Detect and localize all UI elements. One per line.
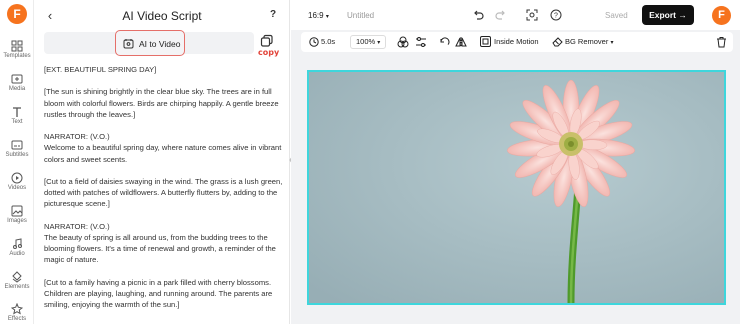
ai-video-icon (123, 39, 134, 49)
chevron-down-icon: ▾ (377, 40, 381, 46)
copy-annotation: copy (258, 48, 280, 57)
sidebar-item-media[interactable]: Media (0, 73, 34, 92)
elements-icon (12, 271, 22, 283)
sidebar-item-label: Effects (7, 316, 27, 322)
redo-icon[interactable] (495, 9, 507, 21)
svg-text:?: ? (554, 13, 558, 20)
color-adjust-icon[interactable] (397, 36, 409, 48)
sidebar-item-label: Videos (7, 185, 27, 191)
sidebar-item-images[interactable]: Images (0, 205, 34, 224)
sidebar-item-label: Audio (9, 251, 25, 257)
sidebar-item-text[interactable]: Text (0, 106, 34, 125)
ai-to-video-label: AI to Video (139, 39, 181, 49)
sidebar-item-templates[interactable]: Templates (0, 40, 34, 59)
rotate-icon[interactable] (439, 36, 451, 48)
script-paragraph: [Cut to a family having a picnic in a pa… (44, 277, 273, 310)
script-text[interactable]: [EXT. BEAUTIFUL SPRING DAY] [The sun is … (44, 64, 284, 322)
text-icon (13, 107, 21, 117)
sliders-icon[interactable] (415, 36, 427, 48)
sidebar-item-elements[interactable]: Elements (0, 271, 34, 290)
brand-logo[interactable]: F (712, 6, 731, 25)
arrow-right-icon: → (678, 10, 687, 20)
panel-title: AI Video Script (122, 9, 202, 23)
ai-script-panel: ‹ AI Video Script ? AI to Video copy [EX… (34, 0, 290, 324)
export-label: Export (649, 10, 677, 20)
export-button[interactable]: Export → (642, 5, 694, 25)
sidebar-item-label: Text (11, 119, 23, 125)
effects-icon (11, 303, 23, 315)
aspect-ratio-value: 16:9 (308, 11, 324, 20)
clock-icon (309, 37, 319, 47)
help-circle-icon[interactable]: ? (550, 9, 562, 21)
undo-icon[interactable] (472, 9, 484, 21)
subtitles-icon (11, 140, 23, 150)
aspect-ratio-select[interactable]: 16:9 ▾ (308, 11, 329, 20)
canvas-toolbar: 5.0s 100% ▾ Inside Motion BG Remover ▾ (301, 32, 733, 52)
script-paragraph: [The sun is shining brightly in the clea… (44, 87, 279, 119)
eraser-icon (552, 37, 563, 47)
chevron-down-icon: ▾ (325, 14, 329, 20)
images-icon (11, 205, 23, 217)
zoom-value: 100% (356, 37, 376, 46)
trash-icon[interactable] (716, 36, 727, 48)
flip-icon[interactable] (455, 36, 467, 48)
flower-image[interactable] (309, 72, 724, 303)
video-canvas[interactable] (307, 70, 726, 305)
screen-record-icon[interactable] (526, 9, 538, 21)
audio-icon (13, 238, 22, 249)
inside-motion-button[interactable]: Inside Motion (494, 37, 539, 46)
help-button[interactable]: ? (270, 9, 276, 20)
media-icon (11, 74, 23, 84)
sidebar-item-label: Elements (4, 284, 30, 290)
motion-icon (480, 36, 491, 47)
sidebar-item-effects[interactable]: Effects (0, 303, 34, 322)
script-paragraph: [Cut to a field of daisies swaying in th… (44, 176, 283, 209)
bg-remover-label: BG Remover (565, 37, 609, 46)
sidebar-item-label: Subtitles (5, 152, 29, 158)
app-logo[interactable]: F (7, 4, 27, 24)
chevron-down-icon: ▾ (610, 40, 614, 46)
script-paragraph: NARRATOR: (V.O.) The beauty of spring is… (44, 221, 276, 265)
script-paragraph: [EXT. BEAUTIFUL SPRING DAY] (44, 65, 157, 74)
ai-to-video-button[interactable]: AI to Video (115, 30, 185, 56)
sidebar-item-label: Media (8, 86, 26, 92)
sidebar-item-subtitles[interactable]: Subtitles (0, 139, 34, 158)
zoom-select[interactable]: 100% ▾ (350, 35, 386, 49)
sidebar-item-audio[interactable]: Audio (0, 238, 34, 257)
sidebar-item-label: Templates (3, 53, 31, 59)
project-name[interactable]: Untitled (347, 11, 374, 20)
script-paragraph: NARRATOR: (V.O.) Welcome to a beautiful … (44, 132, 282, 164)
top-bar: 16:9 ▾ Untitled ? Saved Export → F (291, 0, 740, 30)
copy-icon (260, 34, 273, 47)
templates-icon (11, 40, 23, 52)
save-status: Saved (605, 11, 628, 20)
sidebar-item-label: Images (7, 218, 27, 224)
bg-remover-button[interactable]: BG Remover ▾ (565, 37, 613, 46)
videos-icon (11, 172, 23, 184)
icon-rail: F Templates Media Text Subtitles Videos … (0, 0, 34, 324)
editor-main: 16:9 ▾ Untitled ? Saved Export → F 5.0s … (291, 0, 740, 324)
sidebar-item-videos[interactable]: Videos (0, 172, 34, 191)
duration-value[interactable]: 5.0s (321, 37, 335, 46)
